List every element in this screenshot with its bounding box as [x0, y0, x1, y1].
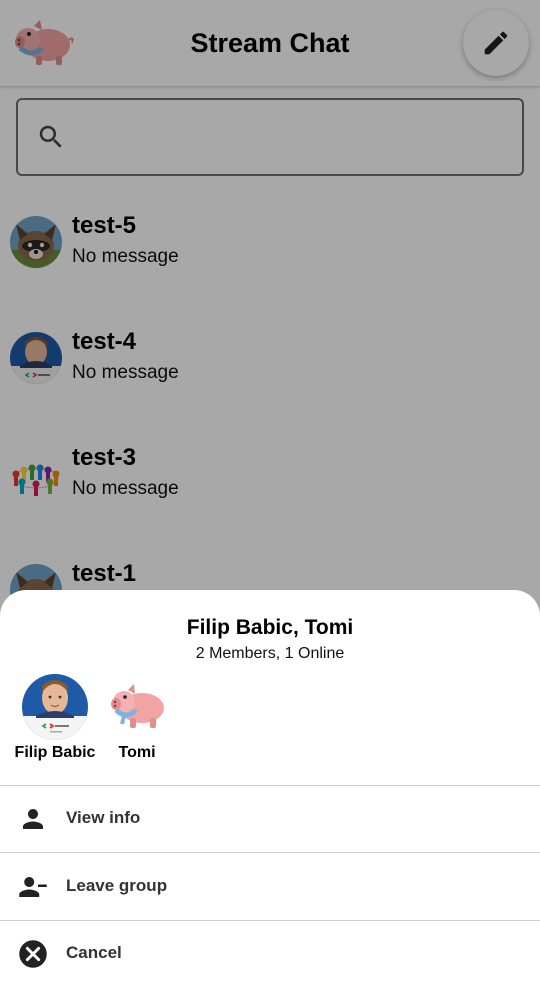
action-label: Leave group [66, 876, 168, 895]
member-status: 2 Members, 1 Online [195, 645, 345, 662]
divider [0, 852, 540, 853]
channel-options-sheet: Filip Babic, Tomi 2 Members, 1 Online Fi… [0, 590, 540, 984]
action-label: Cancel [66, 943, 122, 962]
cancel-circle-icon [19, 940, 47, 968]
person-remove-icon [19, 877, 47, 897]
member-name: Tomi [118, 744, 156, 761]
action-label: View info [66, 808, 141, 827]
cancel-button[interactable]: Cancel [0, 921, 540, 987]
person-icon [23, 809, 43, 829]
member-avatar [22, 674, 88, 740]
member-name: Filip Babic [14, 744, 96, 761]
pig-mascot-avatar [104, 674, 170, 740]
leave-group-button[interactable]: Leave group [0, 854, 540, 920]
sheet-title: Filip Babic, Tomi [186, 616, 354, 639]
view-info-button[interactable]: View info [0, 786, 540, 852]
